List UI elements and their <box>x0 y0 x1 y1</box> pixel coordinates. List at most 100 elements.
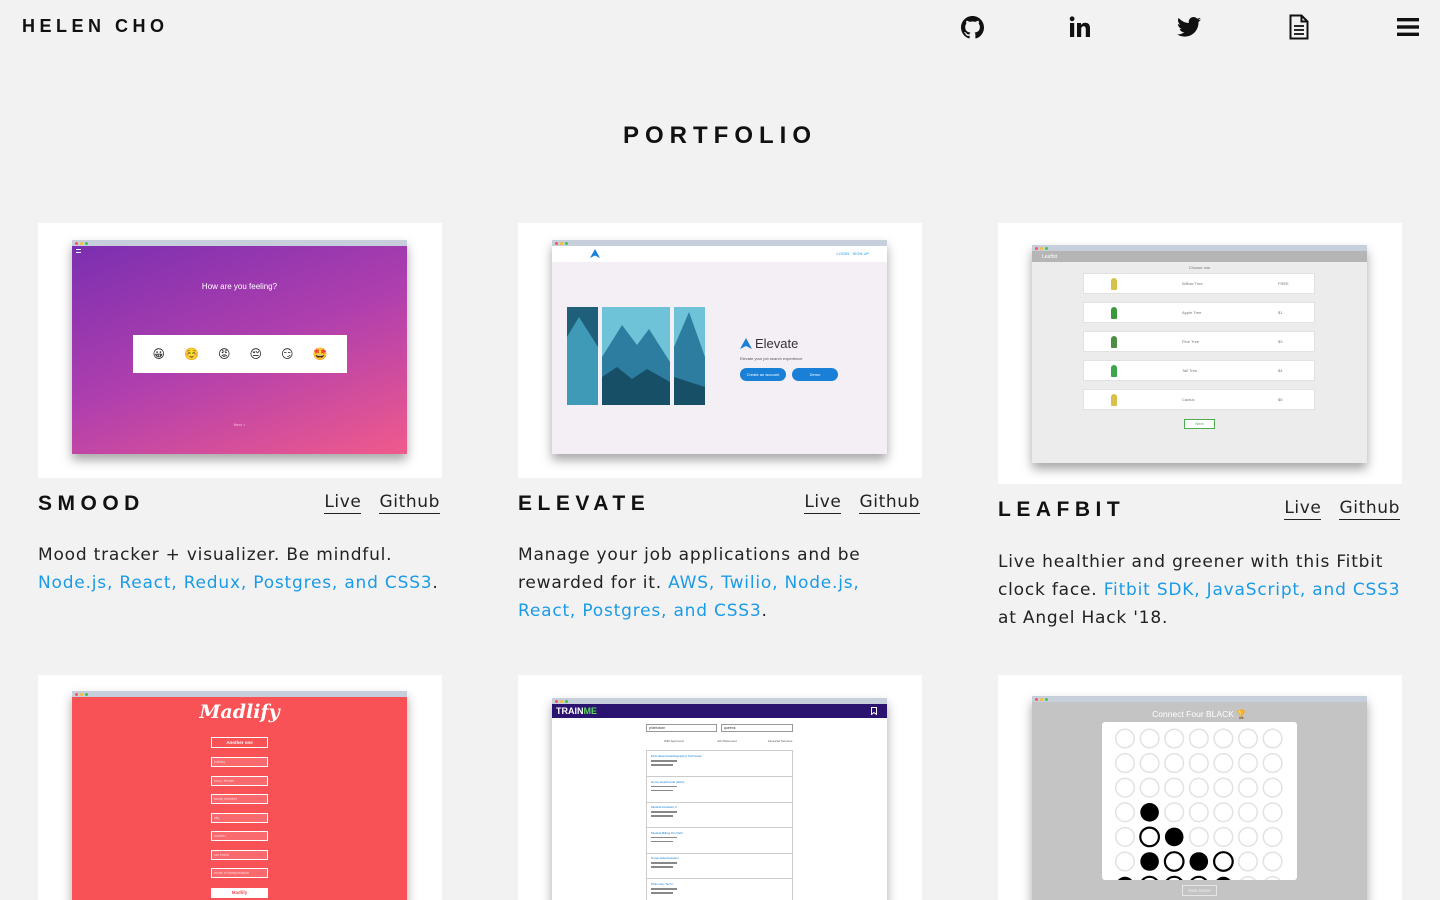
listing-title: Medical Assistant II <box>651 805 677 810</box>
listing-item: Medical Billing Pro Path <box>647 828 792 854</box>
project-screenshot-elevate[interactable]: LOGIN SIGN UP Elevate Elevate your job s… <box>518 223 922 478</box>
leafbit-row: Pine Tree $3 <box>1083 331 1315 352</box>
white-piece <box>1139 826 1160 848</box>
github-link[interactable]: Github <box>859 492 920 514</box>
empty-slot <box>1164 728 1185 749</box>
live-link[interactable]: Live <box>1284 498 1322 520</box>
empty-slot <box>1188 753 1209 774</box>
white-piece <box>1163 875 1185 897</box>
site-name[interactable]: HELEN CHO <box>22 16 169 37</box>
empty-slot <box>1164 802 1185 823</box>
project-name: SMOOD <box>38 492 145 515</box>
black-piece <box>1164 827 1184 847</box>
madlify-input: city <box>211 812 268 823</box>
linkedin-icon[interactable] <box>1067 14 1093 40</box>
black-piece <box>1214 876 1233 896</box>
project-screenshot-connect-four[interactable]: Connect Four BLACK 🏆 New Game <box>998 675 1402 900</box>
madlify-input: car brand <box>211 849 268 860</box>
tree-icon <box>1111 278 1117 290</box>
tree-price: FREE <box>1278 281 1289 286</box>
empty-slot <box>1188 777 1209 798</box>
tree-name: Cactus <box>1182 397 1195 402</box>
empty-slot <box>1188 728 1209 749</box>
project-card-madlify: Madlify Another one holiday noun: female f… <box>38 675 442 900</box>
empty-slot <box>1262 802 1283 823</box>
project-name: ELEVATE <box>518 492 651 515</box>
listing-detail-line <box>651 862 677 864</box>
project-card-elevate: LOGIN SIGN UP Elevate Elevate your job s… <box>518 223 922 625</box>
listing-detail-line <box>651 866 673 868</box>
github-link[interactable]: Github <box>379 492 440 514</box>
leafbit-row: Willow Tree FREE <box>1083 273 1315 294</box>
empty-slot <box>1262 851 1283 872</box>
empty-slot <box>1237 802 1259 823</box>
project-card-connect-four: Connect Four BLACK 🏆 New Game <box>998 675 1402 900</box>
emoji: 😡 <box>217 347 231 361</box>
listing-detail-line <box>651 764 673 766</box>
listing-item: Home Health Aide (HHA) <box>647 777 792 803</box>
project-header: ELEVATE Live Github <box>518 490 922 534</box>
listing-item: Medical Assistant II <box>647 802 792 829</box>
tree-name: Willow Tree <box>1182 281 1203 286</box>
emoji: 😀 <box>152 347 166 361</box>
mood-question: How are you feeling? <box>201 282 278 291</box>
mock-listing-list: EKG (Electrocardiography) Technician Home… <box>646 750 793 900</box>
leafbit-row: Tall Tree $4 <box>1083 360 1315 381</box>
empty-slot <box>1114 777 1136 798</box>
leafbit-row: Cactus $5 <box>1083 389 1315 410</box>
mock-window: Connect Four BLACK 🏆 New Game <box>1032 696 1367 900</box>
live-link[interactable]: Live <box>324 492 362 514</box>
empty-slot <box>1139 728 1160 749</box>
github-link[interactable]: Github <box>1339 498 1400 520</box>
empty-slot <box>1188 802 1209 823</box>
game-board <box>1102 722 1297 897</box>
empty-slot <box>1237 876 1259 897</box>
description-text: Mood tracker + visualizer. Be mindful. <box>38 545 393 565</box>
project-screenshot-trainme[interactable]: TRAINME phlebotom queens With Approved J… <box>518 675 922 900</box>
mock-create-account-button: Create an account <box>740 368 786 381</box>
menu-icon[interactable] <box>1395 14 1421 40</box>
empty-slot <box>1188 826 1209 847</box>
mock-window: Madlify Another one holiday noun: female f… <box>72 691 407 900</box>
empty-slot <box>1237 826 1259 847</box>
live-link[interactable]: Live <box>804 492 842 514</box>
tech-stack: Node.js, React, Redux, Postgres, and CSS… <box>38 573 433 593</box>
mock-window: LOGIN SIGN UP Elevate Elevate your job s… <box>552 240 887 454</box>
mock-search-field: phlebotom <box>646 724 717 732</box>
listing-title: Home Health Aide (HHA) <box>651 779 685 784</box>
empty-slot <box>1262 777 1283 798</box>
tree-name: Pine Tree <box>1182 339 1200 344</box>
tree-name: Apple Tree <box>1182 310 1202 315</box>
empty-slot <box>1237 728 1259 749</box>
twitter-icon[interactable] <box>1176 14 1202 40</box>
madlify-logo: Madlify <box>199 701 280 723</box>
white-piece <box>1163 851 1185 872</box>
emoji: 🤩 <box>312 347 328 361</box>
madlify-input: number <box>211 831 268 841</box>
project-screenshot-madlify[interactable]: Madlify Another one holiday noun: female f… <box>38 675 442 900</box>
hamburger-icon <box>76 249 81 253</box>
mock-location-field: queens <box>721 724 793 732</box>
github-icon[interactable] <box>959 14 985 40</box>
black-piece <box>1189 852 1209 871</box>
project-description: Mood tracker + visualizer. Be mindful. N… <box>38 541 442 597</box>
project-screenshot-leafbit[interactable]: Leafbit Choose one Willow Tree FREE Apple … <box>998 223 1402 484</box>
mountains-illustration <box>567 307 705 405</box>
madlify-input: family member <box>211 794 268 804</box>
leafbit-row: Apple Tree $1 <box>1083 302 1315 323</box>
project-screenshot-smood[interactable]: How are you feeling? 😀 ☺️ 😡 😔 😏 🤩 Next > <box>38 223 442 478</box>
empty-slot <box>1114 728 1136 749</box>
page-title: PORTFOLIO <box>623 122 817 149</box>
white-piece <box>1139 875 1160 897</box>
empty-slot <box>1237 753 1259 774</box>
listing-title: Pharmacy Tech I <box>651 882 674 886</box>
tree-icon <box>1111 365 1117 377</box>
madlify-input: noun: female <box>211 775 268 786</box>
empty-slot <box>1262 753 1283 774</box>
mock-window: TRAINME phlebotom queens With Approved J… <box>552 698 887 900</box>
resume-icon[interactable] <box>1286 14 1312 40</box>
listing-detail-line <box>651 888 677 890</box>
tree-icon <box>1111 307 1117 319</box>
empty-slot <box>1237 851 1259 872</box>
listing-item: Nurse Aide/Assistant <box>647 853 792 880</box>
